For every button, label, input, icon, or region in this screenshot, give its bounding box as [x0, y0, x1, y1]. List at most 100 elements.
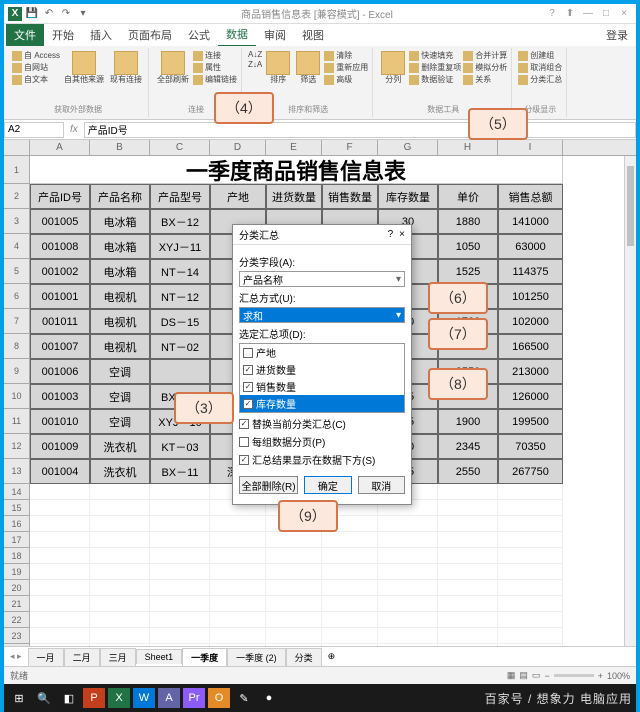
header-cell[interactable]: 进货数量	[266, 184, 322, 209]
empty-cell[interactable]	[498, 516, 563, 532]
empty-cell[interactable]	[378, 644, 438, 646]
empty-cell[interactable]	[378, 564, 438, 580]
empty-cell[interactable]	[210, 564, 266, 580]
zoom-slider[interactable]	[554, 674, 594, 677]
empty-cell[interactable]	[30, 612, 90, 628]
group-button[interactable]: 创建组	[518, 50, 562, 61]
row-header[interactable]: 11	[4, 409, 30, 434]
listbox-item[interactable]: 产地	[240, 344, 404, 361]
row-header[interactable]: 10	[4, 384, 30, 409]
whatif-button[interactable]: 模拟分析	[463, 62, 507, 73]
row-header[interactable]: 13	[4, 459, 30, 484]
select-all-corner[interactable]	[4, 140, 30, 155]
main-title[interactable]: 一季度商品销售信息表	[30, 156, 563, 184]
data-cell[interactable]: 001006	[30, 359, 90, 384]
header-cell[interactable]: 产品ID号	[30, 184, 90, 209]
dialog-titlebar[interactable]: 分类汇总 ? ×	[233, 225, 411, 245]
empty-cell[interactable]	[30, 580, 90, 596]
data-cell[interactable]: NT－12	[150, 284, 210, 309]
row-header[interactable]: 14	[4, 484, 30, 500]
cancel-button[interactable]: 取消	[358, 476, 405, 494]
vertical-scrollbar[interactable]	[624, 156, 636, 646]
empty-cell[interactable]	[90, 532, 150, 548]
data-cell[interactable]: 1900	[438, 409, 498, 434]
empty-cell[interactable]	[90, 564, 150, 580]
empty-cell[interactable]	[90, 500, 150, 516]
data-cell[interactable]: 1050	[438, 234, 498, 259]
data-valid-button[interactable]: 数据验证	[409, 74, 461, 85]
empty-cell[interactable]	[266, 548, 322, 564]
from-access-button[interactable]: 自 Access	[12, 50, 60, 61]
row-header[interactable]: 3	[4, 209, 30, 234]
data-cell[interactable]: DS－15	[150, 309, 210, 334]
empty-cell[interactable]	[210, 532, 266, 548]
properties-button[interactable]: 属性	[193, 62, 237, 73]
data-cell[interactable]: 001005	[30, 209, 90, 234]
empty-cell[interactable]	[322, 612, 378, 628]
dialog-close-icon[interactable]: ×	[399, 229, 405, 240]
data-cell[interactable]: NT－02	[150, 334, 210, 359]
row-header[interactable]: 18	[4, 548, 30, 564]
row-header[interactable]: 21	[4, 596, 30, 612]
remove-dup-button[interactable]: 删除重复项	[409, 62, 461, 73]
from-web-button[interactable]: 自网站	[12, 62, 60, 73]
data-cell[interactable]: BX－11	[150, 459, 210, 484]
close-icon[interactable]: ×	[616, 7, 632, 21]
maximize-icon[interactable]: □	[598, 7, 614, 21]
minimize-icon[interactable]: —	[580, 7, 596, 21]
data-cell[interactable]: 001009	[30, 434, 90, 459]
empty-cell[interactable]	[150, 644, 210, 646]
row-header[interactable]: 5	[4, 259, 30, 284]
data-cell[interactable]: 199500	[498, 409, 563, 434]
empty-cell[interactable]	[150, 532, 210, 548]
formula-input[interactable]: 产品ID号	[84, 122, 636, 138]
data-cell[interactable]: 空调	[90, 359, 150, 384]
empty-cell[interactable]	[150, 500, 210, 516]
empty-cell[interactable]	[378, 548, 438, 564]
empty-cell[interactable]	[266, 564, 322, 580]
ok-button[interactable]: 确定	[304, 476, 351, 494]
empty-cell[interactable]	[30, 564, 90, 580]
empty-cell[interactable]	[378, 516, 438, 532]
empty-cell[interactable]	[150, 484, 210, 500]
col-header[interactable]: H	[438, 140, 498, 155]
field-combo[interactable]: 产品名称	[239, 271, 405, 287]
empty-cell[interactable]	[266, 612, 322, 628]
view-break-icon[interactable]: ▭	[532, 670, 541, 681]
empty-cell[interactable]	[90, 644, 150, 646]
from-text-button[interactable]: 自文本	[12, 74, 60, 85]
empty-cell[interactable]	[150, 516, 210, 532]
empty-cell[interactable]	[322, 580, 378, 596]
dialog-help-icon[interactable]: ?	[388, 229, 394, 240]
data-cell[interactable]: NT－14	[150, 259, 210, 284]
empty-cell[interactable]	[210, 516, 266, 532]
connections-button[interactable]: 连接	[193, 50, 237, 61]
row-header[interactable]: 8	[4, 334, 30, 359]
empty-cell[interactable]	[90, 548, 150, 564]
empty-cell[interactable]	[210, 548, 266, 564]
empty-cell[interactable]	[438, 484, 498, 500]
filter-button[interactable]: 筛选	[294, 50, 322, 86]
header-cell[interactable]: 销售数量	[322, 184, 378, 209]
empty-cell[interactable]	[322, 564, 378, 580]
app-icon[interactable]: P	[83, 688, 105, 708]
listbox-item[interactable]: ✓库存数量	[240, 395, 404, 412]
empty-cell[interactable]	[30, 484, 90, 500]
name-box[interactable]: A2	[4, 122, 64, 138]
ribbon-toggle-icon[interactable]: ⬆	[562, 7, 578, 21]
empty-cell[interactable]	[266, 628, 322, 644]
text-to-cols-button[interactable]: 分列	[379, 50, 407, 86]
empty-cell[interactable]	[378, 580, 438, 596]
empty-cell[interactable]	[438, 644, 498, 646]
empty-cell[interactable]	[150, 628, 210, 644]
empty-cell[interactable]	[210, 580, 266, 596]
data-cell[interactable]: 001001	[30, 284, 90, 309]
empty-cell[interactable]	[266, 532, 322, 548]
row-header[interactable]: 24	[4, 644, 30, 646]
empty-cell[interactable]	[210, 596, 266, 612]
clear-filter-button[interactable]: 清除	[324, 50, 368, 61]
empty-cell[interactable]	[378, 532, 438, 548]
empty-cell[interactable]	[438, 580, 498, 596]
qat-more-icon[interactable]: ▾	[76, 7, 90, 21]
empty-cell[interactable]	[210, 628, 266, 644]
